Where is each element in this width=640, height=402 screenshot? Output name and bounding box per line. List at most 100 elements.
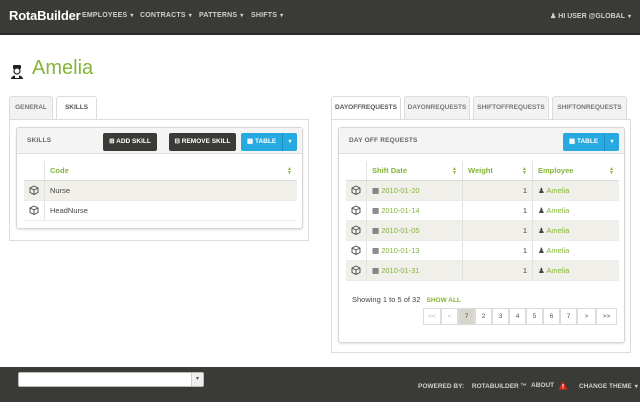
- table-row[interactable]: ▦ 2010-01-05 1 ♟ Amelia: [346, 220, 619, 241]
- employee-cell[interactable]: ♟ Amelia: [532, 180, 619, 201]
- table-row[interactable]: ▦ 2010-01-31 1 ♟ Amelia: [346, 260, 619, 281]
- plus-icon: ⊞: [109, 138, 115, 145]
- table-view-button[interactable]: ▦ TABLE ▾: [241, 133, 297, 151]
- caret-down-icon: ▾: [130, 13, 134, 19]
- table-row[interactable]: ▦ 2010-01-20 1 ♟ Amelia: [346, 180, 619, 201]
- column-header-weight[interactable]: Weight ▲ ▼: [462, 161, 533, 181]
- column-header-shift-date[interactable]: Shift Date ▲ ▼: [366, 161, 463, 181]
- shift-date-cell[interactable]: ▦ 2010-01-20: [366, 180, 463, 201]
- cube-icon: [24, 180, 45, 201]
- day-off-panel-header: DAY OFF REQUESTS ▦ TABLE ▾: [339, 128, 624, 154]
- column-header-employee[interactable]: Employee ▲ ▼: [532, 161, 619, 181]
- footer-select[interactable]: ▾: [18, 372, 204, 387]
- remove-skill-button[interactable]: ⊟ REMOVE SKILL: [169, 133, 236, 151]
- tab-dayonrequests[interactable]: DAYONREQUESTS: [404, 96, 470, 119]
- employee-cell[interactable]: ♟ Amelia: [532, 260, 619, 281]
- left-panel: SKILLS ⊞ ADD SKILL ⊟ REMOVE SKILL ▦ TABL…: [9, 119, 309, 241]
- nav-shifts[interactable]: SHIFTS ▾: [251, 12, 283, 19]
- page-number[interactable]: 7: [560, 308, 577, 325]
- employee-cell[interactable]: ♟ Amelia: [532, 200, 619, 221]
- cube-icon: [346, 200, 367, 221]
- page-first[interactable]: <<: [423, 308, 441, 325]
- tab-shiftonrequests[interactable]: SHIFTONREQUESTS: [552, 96, 627, 119]
- weight-cell: 1: [462, 260, 533, 281]
- skill-code: HeadNurse: [44, 200, 297, 221]
- table-row[interactable]: ▦ 2010-01-13 1 ♟ Amelia: [346, 240, 619, 261]
- user-menu[interactable]: ♟ HI USER @GLOBAL ▾: [550, 12, 631, 20]
- table-icon: ▦: [247, 138, 254, 145]
- page-number[interactable]: 4: [509, 308, 526, 325]
- table-view-button[interactable]: ▦ TABLE ▾: [563, 133, 619, 151]
- day-off-panel-label: DAY OFF REQUESTS: [349, 137, 418, 144]
- right-tabs: DAYOFFREQUESTS DAYONREQUESTS SHIFTOFFREQ…: [331, 96, 631, 120]
- shift-date-cell[interactable]: ▦ 2010-01-13: [366, 240, 463, 261]
- caret-down-icon: ▾: [627, 14, 631, 20]
- caret-down-icon: ▾: [634, 384, 638, 390]
- user-icon: ♟: [550, 13, 557, 20]
- skills-panel: SKILLS ⊞ ADD SKILL ⊟ REMOVE SKILL ▦ TABL…: [16, 127, 303, 229]
- footer: ▾ POWERED BY: ROTABUILDER ™ ABOUT CHANGE…: [0, 367, 640, 402]
- showing-summary: Showing 1 to 5 of 32 SHOW ALL: [352, 295, 461, 304]
- page-current[interactable]: 7: [458, 308, 475, 325]
- brand-logo[interactable]: RotaBuilder: [9, 8, 81, 23]
- tab-shiftoffrequests[interactable]: SHIFTOFFREQUESTS: [473, 96, 549, 119]
- page-number[interactable]: 3: [492, 308, 509, 325]
- weight-cell: 1: [462, 180, 533, 201]
- calendar-icon: ▦: [372, 205, 380, 215]
- nav-contracts[interactable]: CONTRACTS ▾: [140, 12, 192, 19]
- employee-cell[interactable]: ♟ Amelia: [532, 240, 619, 261]
- cube-icon: [346, 240, 367, 261]
- cube-icon: [346, 260, 367, 281]
- weight-cell: 1: [462, 200, 533, 221]
- select-column-header: [346, 161, 367, 181]
- day-off-table: Shift Date ▲ ▼ Weight ▲ ▼ Employee ▲ ▼ ▦ 2010-…: [346, 161, 619, 281]
- calendar-icon: ▦: [372, 265, 380, 275]
- table-icon: ▦: [569, 138, 576, 145]
- change-theme-menu[interactable]: CHANGE THEME ▾: [579, 383, 638, 390]
- caret-down-icon: ▾: [280, 13, 284, 19]
- page-last[interactable]: >>: [596, 308, 617, 325]
- employee-icon: ♟: [538, 185, 545, 195]
- calendar-icon: ▦: [372, 225, 380, 235]
- shift-date-cell[interactable]: ▦ 2010-01-14: [366, 200, 463, 221]
- table-row[interactable]: ▦ 2010-01-14 1 ♟ Amelia: [346, 200, 619, 221]
- shift-date-cell[interactable]: ▦ 2010-01-31: [366, 260, 463, 281]
- column-header-code[interactable]: Code ▲ ▼: [44, 161, 297, 181]
- caret-down-icon[interactable]: ▾: [282, 133, 297, 151]
- page-number[interactable]: 6: [543, 308, 560, 325]
- powered-by-link[interactable]: ROTABUILDER ™: [472, 383, 527, 390]
- employee-cell[interactable]: ♟ Amelia: [532, 220, 619, 241]
- day-off-requests-panel: DAY OFF REQUESTS ▦ TABLE ▾ Shift Date ▲ ▼ …: [338, 127, 625, 343]
- skills-panel-label: SKILLS: [27, 137, 52, 144]
- table-row[interactable]: Nurse: [24, 180, 297, 201]
- show-all-link[interactable]: SHOW ALL: [426, 297, 460, 304]
- page-number[interactable]: 2: [475, 308, 492, 325]
- about-link[interactable]: ABOUT: [531, 381, 568, 390]
- nav-employees[interactable]: EMPLOYEES ▾: [82, 12, 134, 19]
- right-panel: DAY OFF REQUESTS ▦ TABLE ▾ Shift Date ▲ ▼ …: [331, 119, 631, 353]
- weight-cell: 1: [462, 220, 533, 241]
- employee-icon: [10, 64, 24, 79]
- page-next[interactable]: >: [577, 308, 596, 325]
- minus-icon: ⊟: [174, 138, 180, 145]
- powered-by: POWERED BY: ROTABUILDER ™: [418, 383, 528, 390]
- employee-icon: ♟: [538, 245, 545, 255]
- page-prev[interactable]: <: [441, 308, 458, 325]
- skill-code: Nurse: [44, 180, 297, 201]
- table-row[interactable]: HeadNurse: [24, 200, 297, 221]
- tab-skills[interactable]: SKILLS: [56, 96, 97, 120]
- skills-table: Code ▲ ▼ Nurse HeadNurse: [24, 161, 297, 221]
- weight-cell: 1: [462, 240, 533, 261]
- add-skill-button[interactable]: ⊞ ADD SKILL: [103, 133, 157, 151]
- tab-general[interactable]: GENERAL: [9, 96, 53, 119]
- top-navbar: RotaBuilder EMPLOYEES ▾ CONTRACTS ▾ PATTER…: [0, 0, 640, 35]
- page-number[interactable]: 5: [526, 308, 543, 325]
- pagination: << < 7 2 3 4 5 6 7 > >>: [423, 308, 619, 325]
- nav-patterns[interactable]: PATTERNS ▾: [199, 12, 244, 19]
- employee-icon: ♟: [538, 225, 545, 235]
- tab-dayoffrequests[interactable]: DAYOFFREQUESTS: [331, 96, 401, 120]
- sort-icon: ▲ ▼: [522, 166, 527, 176]
- left-tabs: GENERAL SKILLS: [9, 96, 309, 120]
- shift-date-cell[interactable]: ▦ 2010-01-05: [366, 220, 463, 241]
- caret-down-icon[interactable]: ▾: [604, 133, 619, 151]
